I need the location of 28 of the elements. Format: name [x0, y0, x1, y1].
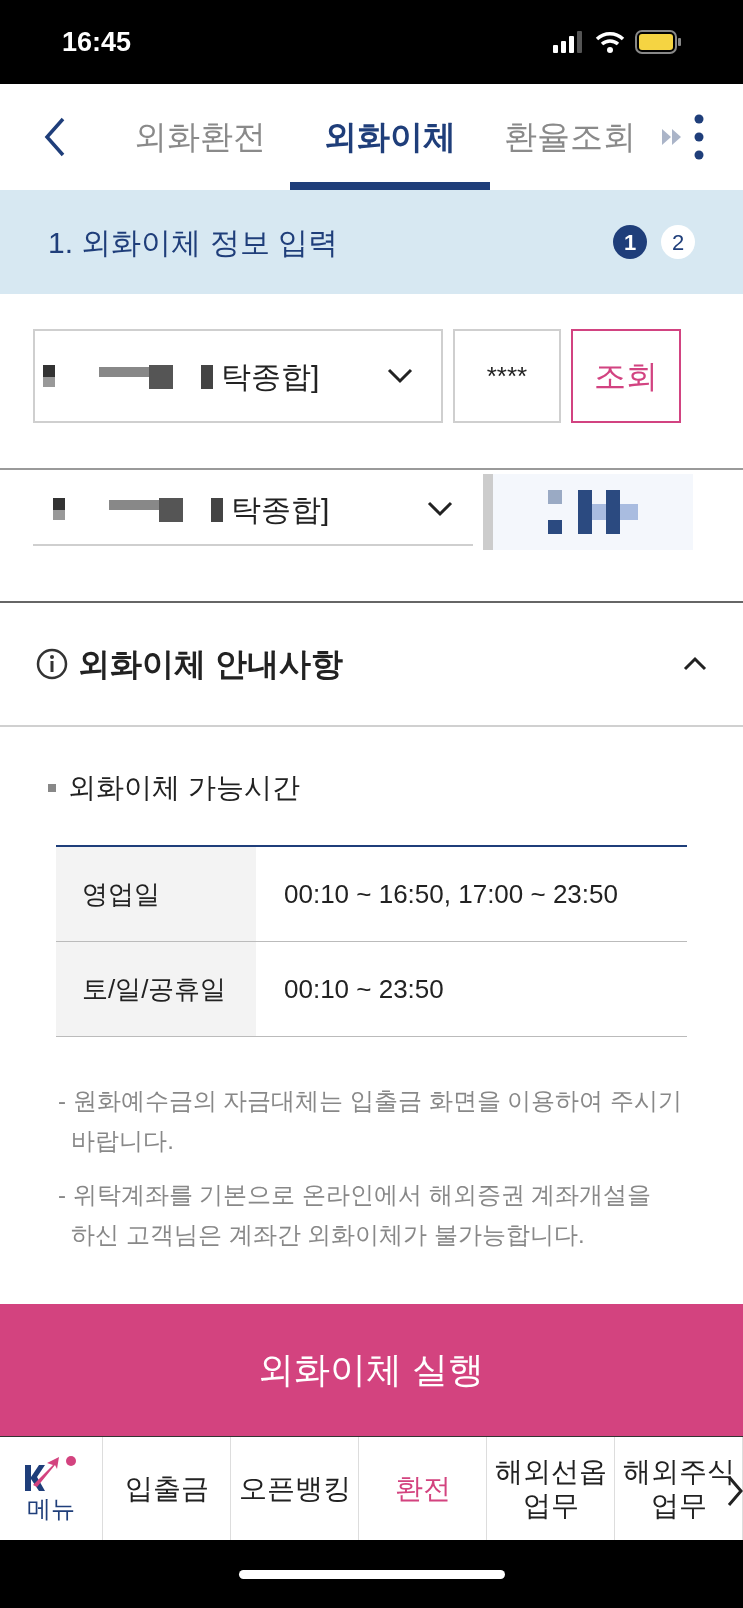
note-text: - 원화예수금의 자금대체는 입출금 화면을 이용하여 주시기 바랍니다.	[58, 1086, 683, 1156]
password-field[interactable]: ****	[453, 329, 561, 423]
table-cell-text: 00:10 ~ 16:50, 17:00 ~ 23:50	[283, 877, 619, 911]
lookup-button[interactable]: 조회	[571, 329, 681, 423]
battery-icon	[635, 30, 681, 54]
chevron-down-icon	[427, 501, 453, 517]
more-icon[interactable]	[694, 113, 704, 161]
step-indicator: 1	[613, 225, 647, 259]
step-indicator: 2	[661, 225, 695, 259]
status-time: 16:45	[62, 25, 132, 59]
info-icon	[36, 648, 68, 680]
chevron-up-icon[interactable]	[683, 655, 707, 673]
table-cell: 토/일/공휴일	[56, 942, 256, 1036]
section-title: 외화이체 가능시간	[68, 771, 300, 805]
note-text: - 위탁계좌를 기본으로 온라인에서 해외증권 계좌개설을 하신 고객님은 계좌간 외화이체가 불가능합니다.	[58, 1180, 653, 1250]
chevron-down-icon	[387, 368, 413, 384]
bullet-icon	[48, 784, 56, 792]
step-title: 1. 외화이체 정보 입력	[48, 224, 339, 261]
table-cell-text: 00:10 ~ 23:50	[283, 972, 445, 1006]
notice-header[interactable]: 외화이체 안내사항	[0, 603, 743, 727]
submit-button[interactable]: 외화이체 실행	[0, 1304, 743, 1436]
account-select[interactable]: 탁종합]	[33, 329, 443, 423]
table-cell: 영업일	[56, 847, 256, 941]
back-icon[interactable]	[44, 117, 66, 157]
signal-icon	[553, 31, 585, 53]
account-select[interactable]: 탁종합]	[33, 474, 473, 546]
wifi-icon	[595, 31, 625, 53]
notice-title: 외화이체 안내사항	[78, 645, 343, 684]
